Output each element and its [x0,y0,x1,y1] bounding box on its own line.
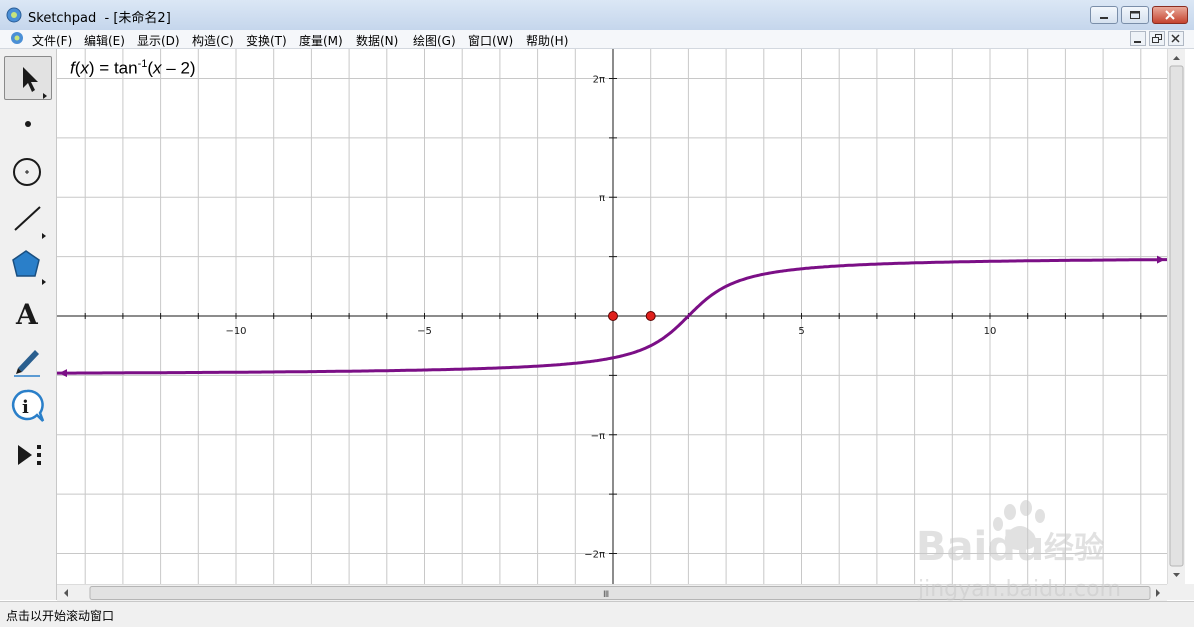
info-icon: i [11,389,45,422]
information-tool[interactable]: i [4,385,52,429]
scroll-left-icon[interactable] [64,589,68,597]
doc-restore-button[interactable] [1149,31,1165,46]
baidu-jingyan-watermark: Baidu 经验 jingyan.baidu.com [916,500,1121,602]
maximize-button[interactable] [1121,6,1149,24]
document-icon[interactable] [10,31,24,45]
custom-tool-icon [18,445,41,465]
fn-name: f [70,58,75,78]
menu-file[interactable]: 文件(F) [32,32,72,49]
doc-minimize-icon [1134,41,1141,43]
menu-construct[interactable]: 构造(C) [192,32,234,49]
graph-point[interactable] [645,311,656,321]
straightedge-tool[interactable] [4,197,52,241]
window-title: Sketchpad - [未命名2] [28,11,171,26]
fn-eq: = tan [94,58,138,78]
toolbox: A i [0,49,57,600]
function-label[interactable]: f(x) = tan-1(x – 2) [70,58,196,79]
menu-measure[interactable]: 度量(M) [299,32,343,49]
segment-icon [14,206,46,239]
menu-bar: 文件(F) 编辑(E) 显示(D) 构造(C) 变换(T) 度量(M) 数据(N… [0,30,1194,49]
scroll-corner [1167,584,1194,600]
y-tick-label: 2π [593,74,605,85]
x-tick-label: 5 [798,326,804,337]
menu-help[interactable]: 帮助(H) [526,32,568,49]
menu-transform[interactable]: 变换(T) [246,32,287,49]
doc-close-icon [1171,34,1180,43]
text-icon: A [15,298,39,331]
x-tick-label: −5 [417,326,432,337]
fn-rest: – 2) [161,58,196,78]
watermark-cn: 经验 [1044,531,1104,566]
marker-tool[interactable] [4,337,52,381]
svg-text:i: i [22,397,29,418]
scroll-down-icon[interactable] [1173,573,1180,577]
maximize-icon [1130,11,1140,19]
fn-arg: x [80,58,89,78]
compass-icon [13,158,41,186]
vertical-scroll-thumb[interactable] [1169,65,1184,567]
fn-inner-var: x [153,58,162,78]
arrow-icon [23,67,47,99]
scroll-grip-icon: Ⅲ [603,590,609,600]
marker-icon [14,350,40,377]
custom-tool[interactable] [4,433,52,477]
menu-edit[interactable]: 编辑(E) [84,32,125,49]
point-icon [25,121,31,127]
minimize-button[interactable] [1090,6,1118,24]
scroll-up-icon[interactable] [1173,56,1180,60]
y-tick-label: π [599,193,605,204]
fn-inverse-exponent: -1 [137,58,148,70]
polygon-icon [12,250,46,285]
close-button[interactable] [1152,6,1188,24]
text-tool-glyph: A [15,298,39,331]
close-icon [1165,10,1175,20]
menu-display[interactable]: 显示(D) [137,32,180,49]
text-tool[interactable]: A [4,291,52,335]
polygon-tool[interactable] [4,243,52,287]
compass-tool[interactable] [4,150,52,194]
sketchpad-app-icon [6,7,22,23]
status-text: 点击以开始滚动窗口 [6,609,115,623]
watermark-url: jingyan.baidu.com [917,577,1121,602]
doc-restore-icon [1152,34,1162,43]
title-bar: Sketchpad - [未命名2] [0,0,1194,31]
point-tool[interactable] [4,102,52,146]
doc-close-button[interactable] [1168,31,1184,46]
graph-point[interactable] [608,311,618,321]
menu-number[interactable]: 数据(N) [356,32,398,49]
vertical-scrollbar[interactable] [1167,49,1185,584]
minimize-icon [1100,17,1108,19]
menu-graph[interactable]: 绘图(G) [413,32,456,49]
watermark-brand: Baidu [916,524,1044,570]
doc-minimize-button[interactable] [1130,31,1146,46]
status-bar: 点击以开始滚动窗口 [0,601,1194,627]
y-tick-label: −2π [584,550,605,561]
x-tick-label: 10 [984,326,997,337]
x-tick-label: −10 [225,326,246,337]
y-tick-label: −π [591,431,605,442]
arrow-select-tool[interactable] [4,56,52,100]
menu-window[interactable]: 窗口(W) [468,32,513,49]
scroll-right-icon[interactable] [1156,589,1160,597]
